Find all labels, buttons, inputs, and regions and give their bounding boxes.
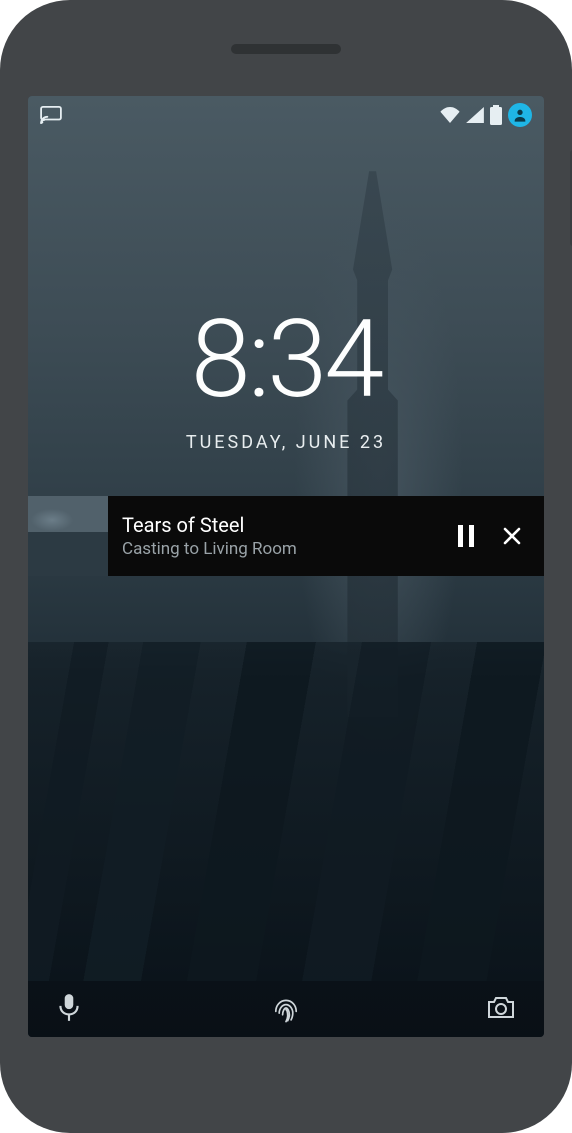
device-speaker bbox=[231, 44, 341, 54]
status-bar bbox=[28, 96, 544, 134]
close-icon bbox=[502, 526, 522, 546]
cast-icon bbox=[40, 106, 62, 124]
clock-time: 8:34 bbox=[28, 306, 544, 414]
fingerprint-icon[interactable] bbox=[269, 991, 303, 1025]
media-title: Tears of Steel bbox=[122, 513, 442, 537]
media-text: Tears of Steel Casting to Living Room bbox=[108, 513, 456, 559]
media-thumbnail bbox=[28, 496, 108, 576]
battery-icon bbox=[490, 105, 502, 125]
device-frame: 8:34 TUESDAY, JUNE 23 Tears of Steel Cas… bbox=[0, 0, 572, 1133]
lock-screen[interactable]: 8:34 TUESDAY, JUNE 23 Tears of Steel Cas… bbox=[28, 96, 544, 1037]
close-button[interactable] bbox=[502, 526, 522, 546]
media-notification[interactable]: Tears of Steel Casting to Living Room bbox=[28, 496, 544, 576]
cell-signal-icon bbox=[466, 107, 484, 123]
wifi-icon bbox=[440, 107, 460, 123]
lockscreen-shortcuts bbox=[28, 993, 544, 1023]
profile-icon[interactable] bbox=[508, 103, 532, 127]
pause-icon bbox=[456, 525, 476, 547]
camera-icon[interactable] bbox=[486, 995, 516, 1021]
pause-button[interactable] bbox=[456, 525, 476, 547]
clock-block: 8:34 TUESDAY, JUNE 23 bbox=[28, 306, 544, 453]
media-subtitle: Casting to Living Room bbox=[122, 539, 442, 559]
clock-date: TUESDAY, JUNE 23 bbox=[28, 432, 544, 453]
voice-assist-icon[interactable] bbox=[56, 993, 82, 1023]
